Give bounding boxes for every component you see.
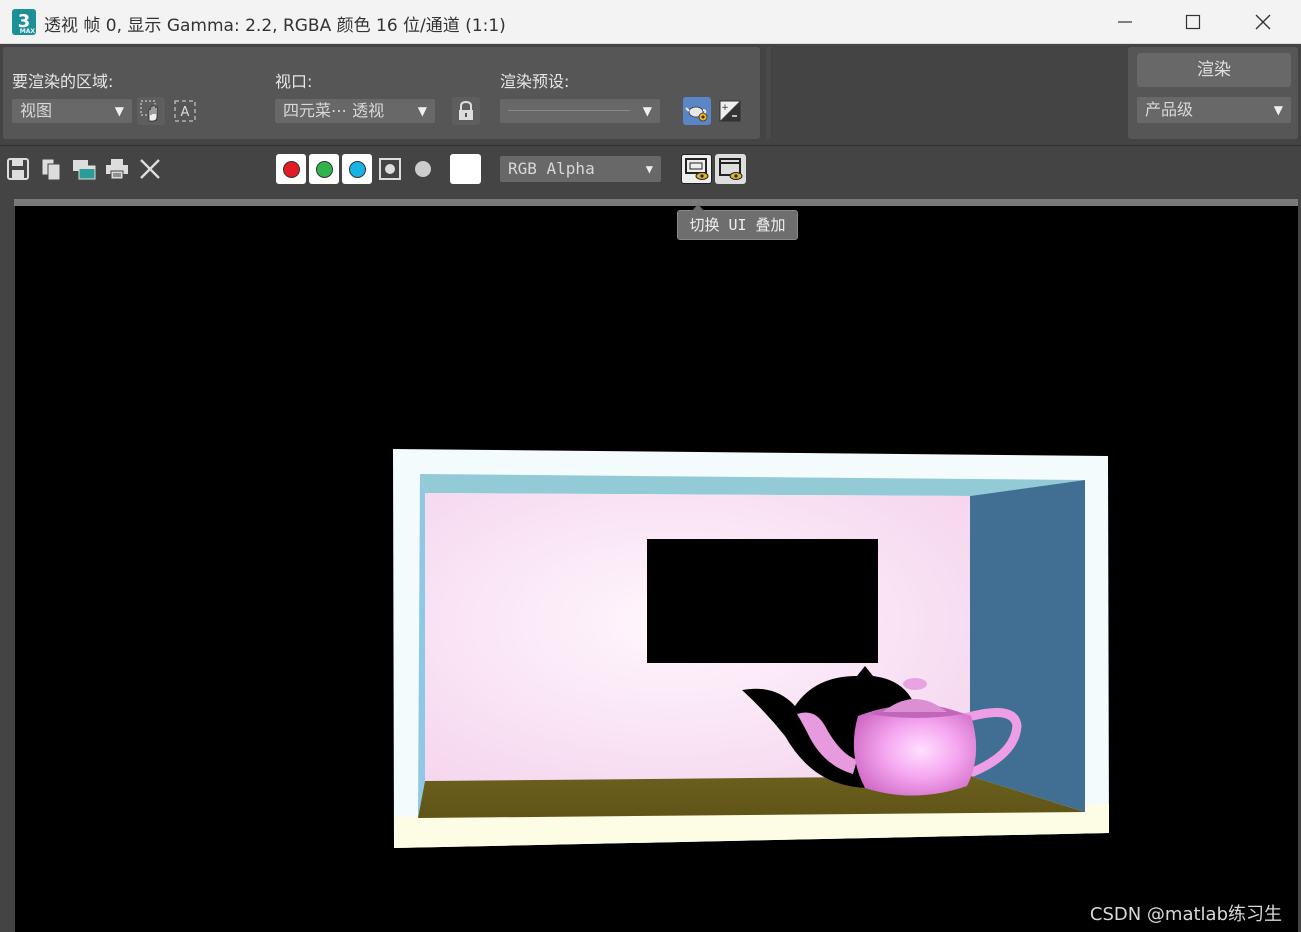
close-icon: [140, 159, 160, 179]
save-icon: [7, 158, 29, 180]
toggle-ui-button[interactable]: [715, 154, 746, 184]
green-channel-toggle[interactable]: [309, 154, 339, 184]
chevron-down-icon: ▼: [1273, 103, 1283, 117]
render-area-value: 视图: [20, 101, 53, 120]
close-icon: [1255, 14, 1271, 30]
render-button[interactable]: 渲染: [1137, 53, 1291, 87]
lock-icon: [459, 100, 473, 120]
red-channel-toggle[interactable]: [276, 154, 306, 184]
edit-region-button[interactable]: [137, 97, 165, 125]
render-options-group: 要渲染的区域: 视图 ▼ A 视口: 四元菜⋯ 透视 ▼ 渲染预设: ▼ +: [3, 47, 760, 139]
viewport-dropdown[interactable]: 四元菜⋯ 透视 ▼: [275, 99, 435, 123]
blue-channel-toggle[interactable]: [342, 154, 372, 184]
alpha-channel-icon: [379, 158, 401, 180]
viewport-value: 四元菜⋯ 透视: [283, 101, 385, 120]
monochrome-toggle[interactable]: [409, 154, 437, 184]
floor: [418, 776, 1085, 818]
maximize-button[interactable]: [1160, 0, 1226, 44]
monochrome-icon: [415, 161, 431, 177]
rendered-image[interactable]: CSDN @matlab练习生: [15, 206, 1298, 932]
ui-overlay-icon: [684, 158, 708, 180]
app-logo-icon: 3 MAX: [12, 9, 36, 35]
clone-window-button[interactable]: [70, 154, 98, 184]
preset-empty-line: [508, 110, 630, 111]
window-title: 透视 帧 0, 显示 Gamma: 2.2, RGBA 颜色 16 位/通道 (…: [44, 16, 506, 36]
clone-window-icon: [73, 160, 96, 180]
render-quality-value: 产品级: [1145, 100, 1194, 119]
render-area-dropdown[interactable]: 视图 ▼: [12, 99, 132, 123]
exposure-icon: +: [719, 100, 741, 122]
render-quality-dropdown[interactable]: 产品级 ▼: [1137, 97, 1291, 123]
panel-divider: [766, 47, 771, 139]
minimize-button[interactable]: [1092, 0, 1158, 44]
blue-channel-icon: [348, 160, 366, 178]
red-channel-icon: [282, 160, 300, 178]
display-channel-dropdown[interactable]: RGB Alpha ▼: [500, 156, 661, 182]
teapot-body: [853, 705, 977, 796]
auto-region-button[interactable]: A: [171, 97, 199, 125]
copy-icon: [41, 158, 61, 181]
chevron-down-icon: ▼: [417, 104, 427, 118]
ui-overlay-tooltip: 切换 UI 叠加: [677, 204, 798, 240]
lock-viewport-button[interactable]: [452, 97, 480, 125]
viewport-top-strip: [14, 199, 1298, 206]
render-frame: CSDN @matlab练习生: [0, 193, 1301, 932]
toggle-ui-icon: [718, 158, 742, 180]
maximize-icon: [1185, 14, 1201, 30]
teapot-knob: [903, 678, 927, 690]
hand-region-icon: [140, 100, 158, 122]
display-channel-value: RGB Alpha: [508, 159, 595, 178]
window-opening: [647, 539, 878, 663]
alpha-channel-toggle[interactable]: [376, 154, 404, 184]
clear-button[interactable]: [136, 154, 164, 184]
green-channel-icon: [315, 160, 333, 178]
svg-text:+: +: [721, 103, 729, 113]
watermark-text: CSDN @matlab练习生: [1089, 904, 1282, 925]
print-image-button[interactable]: [103, 154, 131, 184]
printer-icon: [106, 159, 128, 180]
render-settings-panel: 要渲染的区域: 视图 ▼ A 视口: 四元菜⋯ 透视 ▼ 渲染预设: ▼ + 渲…: [0, 44, 1301, 144]
svg-text:A: A: [181, 105, 190, 120]
save-image-button[interactable]: [4, 154, 32, 184]
chevron-down-icon: ▼: [114, 104, 124, 118]
render-setup-button[interactable]: [683, 97, 711, 125]
frame-buffer-toolbar: RGB Alpha ▼: [0, 145, 1301, 193]
render-area-label: 要渲染的区域:: [12, 72, 114, 91]
minimize-icon: [1118, 21, 1132, 23]
teapot-gear-icon: [685, 106, 708, 122]
scene-render: [393, 449, 1109, 848]
render-preset-label: 渲染预设:: [500, 72, 570, 91]
chevron-down-icon: ▼: [642, 104, 652, 118]
copy-image-button[interactable]: [37, 154, 65, 184]
render-preset-dropdown[interactable]: ▼: [500, 99, 660, 123]
chevron-down-icon: ▼: [645, 162, 653, 176]
toggle-ui-overlay-button[interactable]: [681, 154, 712, 184]
environment-exposure-button[interactable]: +: [716, 97, 744, 125]
title-bar: 3 MAX 透视 帧 0, 显示 Gamma: 2.2, RGBA 颜色 16 位…: [0, 0, 1301, 44]
close-button[interactable]: [1230, 0, 1296, 44]
viewport-label: 视口:: [275, 72, 313, 91]
swatch-color-box[interactable]: [450, 154, 481, 184]
auto-region-icon: A: [174, 100, 196, 122]
